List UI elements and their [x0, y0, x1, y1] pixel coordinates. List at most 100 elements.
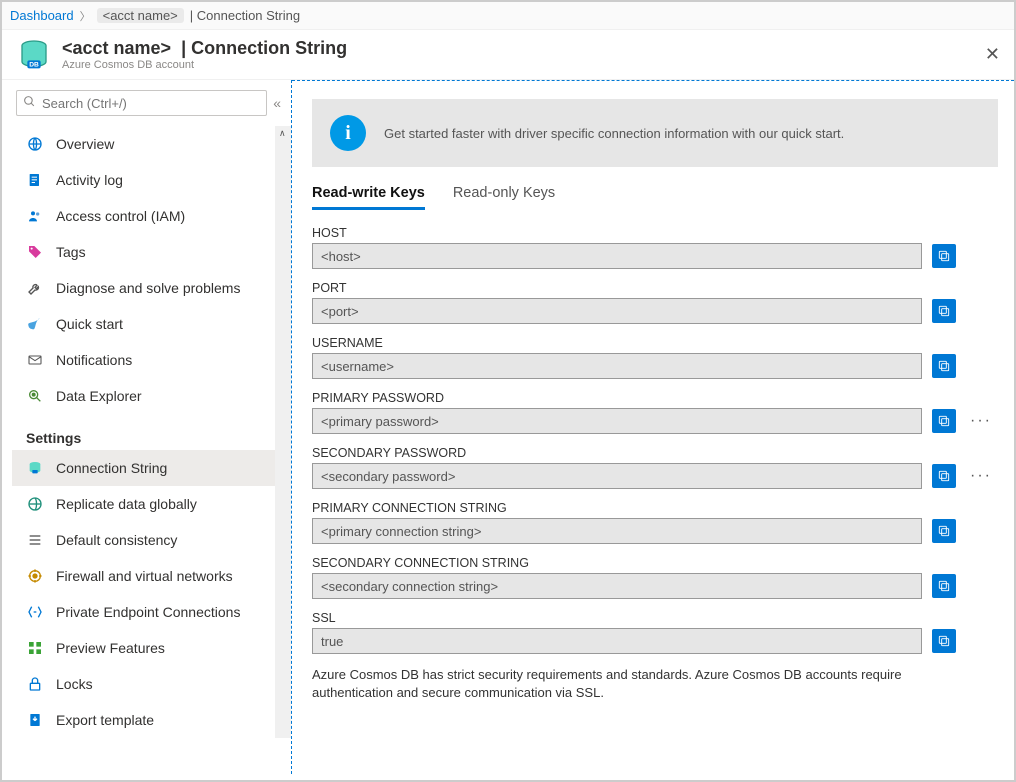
search-icon	[23, 95, 36, 111]
secondary-password-value[interactable]: <secondary password>	[312, 463, 922, 489]
info-icon: i	[330, 115, 366, 151]
sidebar-item-label: Replicate data globally	[56, 496, 197, 512]
crumb-page: | Connection String	[190, 8, 300, 23]
field-primary-password: PRIMARY PASSWORD <primary password> ···	[312, 391, 998, 434]
field-label: SECONDARY CONNECTION STRING	[312, 556, 998, 570]
secondary-connection-string-value[interactable]: <secondary connection string>	[312, 573, 922, 599]
sidebar-item-locks[interactable]: Locks	[12, 666, 291, 702]
sidebar-item-data-explorer[interactable]: Data Explorer	[12, 378, 291, 414]
sidebar-item-label: Activity log	[56, 172, 123, 188]
lock-icon	[26, 675, 44, 693]
more-primary-password-button[interactable]: ···	[966, 412, 996, 430]
sidebar-item-activity-log[interactable]: Activity log	[12, 162, 291, 198]
host-value[interactable]: <host>	[312, 243, 922, 269]
log-icon	[26, 171, 44, 189]
keys-tabs: Read-write Keys Read-only Keys	[312, 185, 998, 210]
info-text: Get started faster with driver specific …	[384, 126, 844, 141]
blade-header: <acct name> | Connection String Azure Co…	[2, 30, 1014, 80]
copy-username-button[interactable]	[932, 354, 956, 378]
field-label: PORT	[312, 281, 998, 295]
ssl-value[interactable]: true	[312, 628, 922, 654]
sidebar-item-label: Diagnose and solve problems	[56, 280, 240, 296]
field-port: PORT <port>	[312, 281, 998, 324]
sidebar-item-connection-string[interactable]: Connection String	[12, 450, 291, 486]
sidebar-item-label: Preview Features	[56, 640, 165, 656]
chevron-right-icon: 〉	[80, 8, 91, 24]
sidebar-item-tags[interactable]: Tags	[12, 234, 291, 270]
sidebar-item-label: Default consistency	[56, 532, 177, 548]
crumb-account[interactable]: <acct name>	[97, 8, 184, 23]
field-host: HOST <host>	[312, 226, 998, 269]
sidebar-item-label: Data Explorer	[56, 388, 142, 404]
close-icon[interactable]: ✕	[985, 44, 1000, 65]
field-primary-connection-string: PRIMARY CONNECTION STRING<primary connec…	[312, 501, 998, 544]
sidebar-scrollbar[interactable]: ∧	[275, 126, 291, 738]
sidebar-item-replicate-data-globally[interactable]: Replicate data globally	[12, 486, 291, 522]
sidebar-item-default-consistency[interactable]: Default consistency	[12, 522, 291, 558]
sidebar-item-label: Tags	[56, 244, 86, 260]
main-panel: i Get started faster with driver specifi…	[292, 80, 1014, 774]
sidebar-item-overview[interactable]: Overview	[12, 126, 291, 162]
consistency-icon	[26, 531, 44, 549]
sidebar-item-firewall-and-virtual-networks[interactable]: Firewall and virtual networks	[12, 558, 291, 594]
tab-read-only-keys[interactable]: Read-only Keys	[453, 185, 555, 210]
crumb-dashboard[interactable]: Dashboard	[10, 8, 74, 23]
field-username: USERNAME <username>	[312, 336, 998, 379]
field-secondary-password: SECONDARY PASSWORD <secondary password> ··…	[312, 446, 998, 489]
username-value[interactable]: <username>	[312, 353, 922, 379]
db-icon	[26, 459, 44, 477]
search-input[interactable]	[16, 90, 267, 116]
endpoint-icon	[26, 603, 44, 621]
field-ssl: SSLtrue	[312, 611, 998, 654]
sidebar-item-preview-features[interactable]: Preview Features	[12, 630, 291, 666]
collapse-sidebar-icon[interactable]: «	[273, 95, 281, 111]
copy-primary-password-button[interactable]	[932, 409, 956, 433]
field-label: HOST	[312, 226, 998, 240]
copy-host-button[interactable]	[932, 244, 956, 268]
sidebar-item-label: Export template	[56, 712, 154, 728]
copy-port-button[interactable]	[932, 299, 956, 323]
copy-primary-connection-string-button[interactable]	[932, 519, 956, 543]
sidebar-item-private-endpoint-connections[interactable]: Private Endpoint Connections	[12, 594, 291, 630]
export-icon	[26, 711, 44, 729]
people-icon	[26, 207, 44, 225]
field-label: USERNAME	[312, 336, 998, 350]
copy-secondary-password-button[interactable]	[932, 464, 956, 488]
sidebar-item-label: Connection String	[56, 460, 167, 476]
copy-secondary-connection-string-button[interactable]	[932, 574, 956, 598]
breadcrumb: Dashboard 〉 <acct name> | Connection Str…	[2, 2, 1014, 30]
sidebar-item-label: Locks	[56, 676, 93, 692]
tab-read-write-keys[interactable]: Read-write Keys	[312, 185, 425, 210]
rocket-icon	[26, 315, 44, 333]
sidebar-item-access-control-iam-[interactable]: Access control (IAM)	[12, 198, 291, 234]
more-secondary-password-button[interactable]: ···	[966, 467, 996, 485]
sidebar-item-label: Access control (IAM)	[56, 208, 185, 224]
sidebar-item-quick-start[interactable]: Quick start	[12, 306, 291, 342]
explorer-icon	[26, 387, 44, 405]
port-value[interactable]: <port>	[312, 298, 922, 324]
globe2-icon	[26, 495, 44, 513]
sidebar-item-label: Firewall and virtual networks	[56, 568, 233, 584]
sidebar-item-label: Notifications	[56, 352, 132, 368]
field-label: PRIMARY PASSWORD	[312, 391, 998, 405]
page-subtitle: Azure Cosmos DB account	[62, 59, 998, 71]
scroll-up-icon[interactable]: ∧	[279, 128, 286, 139]
sidebar-item-label: Private Endpoint Connections	[56, 604, 240, 620]
features-icon	[26, 639, 44, 657]
globe-icon	[26, 135, 44, 153]
envelope-icon	[26, 351, 44, 369]
field-label: SECONDARY PASSWORD	[312, 446, 998, 460]
nav-list: ∧ Overview Activity log Access control (IA…	[12, 126, 291, 738]
security-footnote: Azure Cosmos DB has strict security requ…	[312, 666, 972, 701]
field-secondary-connection-string: SECONDARY CONNECTION STRING <secondary co…	[312, 556, 998, 599]
tag-icon	[26, 243, 44, 261]
copy-ssl-button[interactable]	[932, 629, 956, 653]
primary-connection-string-value[interactable]: <primary connection string>	[312, 518, 922, 544]
sidebar-item-diagnose-and-solve-problems[interactable]: Diagnose and solve problems	[12, 270, 291, 306]
sidebar-item-export-template[interactable]: Export template	[12, 702, 291, 738]
sidebar-item-label: Quick start	[56, 316, 123, 332]
sidebar-item-notifications[interactable]: Notifications	[12, 342, 291, 378]
page-title: <acct name> | Connection String	[62, 38, 998, 59]
primary-password-value[interactable]: <primary password>	[312, 408, 922, 434]
sidebar: « ∧ Overview Activity log Access control (…	[2, 80, 292, 774]
